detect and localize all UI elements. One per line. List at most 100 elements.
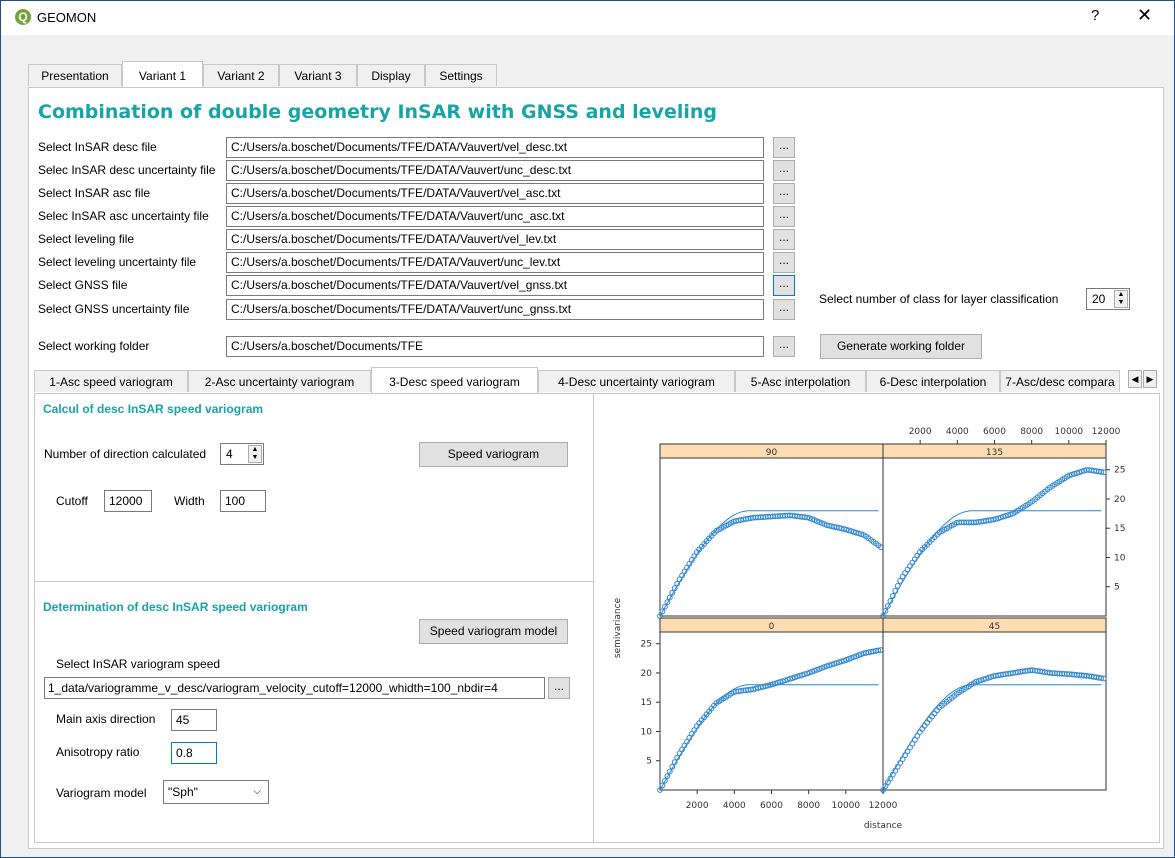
y-tick-label: 10 (641, 727, 653, 737)
tab-variant-2[interactable]: Variant 2 (203, 64, 279, 86)
tab-desc-uncertainty-variogram[interactable]: 4-Desc uncertainty variogram (538, 370, 735, 392)
x-tick-label: 2000 (909, 427, 932, 437)
file-row-browse-button[interactable]: ... (773, 229, 795, 250)
model-curve (659, 684, 879, 791)
model-curve (882, 510, 1102, 617)
variogram-model-label: Variogram model (56, 786, 147, 800)
x-tick-label: 6000 (983, 427, 1006, 437)
classes-value: 20 (1092, 292, 1106, 306)
panel-strip-label: 90 (766, 448, 778, 458)
qgis-logo-icon: Q (15, 9, 31, 25)
file-row-input[interactable]: C:/Users/a.boschet/Documents/TFE/DATA/Va… (226, 299, 764, 320)
speed-variogram-button[interactable]: Speed variogram (419, 442, 568, 467)
file-row-browse-button[interactable]: ... (773, 206, 795, 227)
file-row-browse-button[interactable]: ... (773, 137, 795, 158)
directions-label: Number of direction calculated (44, 447, 207, 461)
x-axis-label: distance (864, 821, 903, 831)
file-row-label: Selec InSAR desc uncertainty file (38, 163, 216, 177)
y-tick-label: 15 (1114, 524, 1125, 534)
variogram-select-label: Select InSAR variogram speed (56, 657, 221, 671)
variogram-model-select[interactable]: "Sph" ⌵ (163, 780, 269, 804)
chevron-down-icon: ⌵ (253, 786, 261, 797)
x-tick-label: 4000 (946, 427, 969, 437)
file-row-label: Select GNSS file (38, 278, 128, 292)
classes-spinbox[interactable]: 20 ▲ ▼ (1086, 288, 1130, 310)
tab-asc-interpolation[interactable]: 5-Asc interpolation (735, 370, 866, 392)
x-tick-label: 10000 (832, 801, 861, 811)
spin-arrows-icon[interactable]: ▲ ▼ (248, 445, 262, 463)
directions-value: 4 (226, 447, 233, 461)
tab-scroll-right-icon[interactable]: ▶ (1143, 370, 1157, 388)
y-tick-label: 5 (1114, 583, 1120, 593)
cutoff-label: Cutoff (56, 494, 88, 508)
spin-arrows-icon[interactable]: ▲ ▼ (1114, 290, 1128, 308)
width-label: Width (174, 494, 205, 508)
y-axis-label: semivariance (613, 597, 623, 658)
file-row-input[interactable]: C:/Users/a.boschet/Documents/TFE/DATA/Va… (226, 229, 764, 250)
file-row-label: Select leveling uncertainty file (38, 255, 197, 269)
model-group-title: Determination of desc InSAR speed variog… (43, 600, 308, 614)
variogram-select-input[interactable]: 1_data/variogramme_v_desc/variogram_velo… (44, 677, 545, 699)
y-tick-label: 10 (1114, 553, 1126, 563)
speed-variogram-model-button[interactable]: Speed variogram model (419, 619, 568, 644)
file-row-browse-button[interactable]: ... (773, 275, 795, 296)
file-row-input[interactable]: C:/Users/a.boschet/Documents/TFE/DATA/Va… (226, 160, 764, 181)
file-row-input[interactable]: C:/Users/a.boschet/Documents/TFE/DATA/Va… (226, 252, 764, 273)
panel-strip-label: 135 (986, 448, 1003, 458)
main-axis-label: Main axis direction (56, 712, 156, 726)
title-bar: Q GEOMON ? ✕ (1, 1, 1174, 35)
help-button[interactable]: ? (1091, 7, 1099, 24)
tab-asc-speed-variogram[interactable]: 1-Asc speed variogram (34, 370, 188, 392)
window-title: GEOMON (37, 10, 97, 25)
file-row-browse-button[interactable]: ... (773, 252, 795, 273)
cutoff-input[interactable]: 12000 (104, 490, 152, 512)
panel-strip-label: 45 (989, 622, 1000, 632)
main-axis-input[interactable]: 45 (171, 709, 217, 731)
width-input[interactable]: 100 (220, 490, 266, 512)
x-tick-label: 12000 (1092, 427, 1121, 437)
file-row-browse-button[interactable]: ... (773, 183, 795, 204)
file-row-input[interactable]: C:/Users/a.boschet/Documents/TFE/DATA/Va… (226, 206, 764, 227)
variogram-browse-button[interactable]: ... (548, 677, 570, 699)
file-row-input[interactable]: C:/Users/a.boschet/Documents/TFE/DATA/Va… (226, 137, 764, 158)
file-row-browse-button[interactable]: ... (773, 299, 795, 320)
x-tick-label: 8000 (797, 801, 820, 811)
file-row-browse-button[interactable]: ... (773, 160, 795, 181)
anisotropy-label: Anisotropy ratio (56, 745, 140, 759)
working-folder-label: Select working folder (38, 339, 150, 353)
working-folder-input[interactable]: C:/Users/a.boschet/Documents/TFE (226, 336, 764, 357)
file-row-label: Selec InSAR asc uncertainty file (38, 209, 209, 223)
close-button[interactable]: ✕ (1137, 5, 1152, 26)
file-row-input[interactable]: C:/Users/a.boschet/Documents/TFE/DATA/Va… (226, 275, 764, 296)
group-divider (34, 581, 593, 582)
tab-variant-3[interactable]: Variant 3 (279, 64, 357, 86)
directions-spinbox[interactable]: 4 ▲ ▼ (220, 443, 264, 465)
tab-settings[interactable]: Settings (425, 64, 497, 86)
data-point (894, 583, 901, 589)
tab-variant-1[interactable]: Variant 1 (122, 61, 203, 87)
x-tick-label: 10000 (1055, 427, 1084, 437)
anisotropy-input[interactable]: 0.8 (171, 742, 217, 764)
tab-asc-uncertainty-variogram[interactable]: 2-Asc uncertainty variogram (188, 370, 371, 392)
variogram-model-value: "Sph" (168, 785, 198, 799)
panel-strip-label: 0 (769, 622, 775, 632)
generate-working-folder-button[interactable]: Generate working folder (820, 334, 982, 359)
y-tick-label: 15 (641, 698, 652, 708)
tab-desc-speed-variogram[interactable]: 3-Desc speed variogram (371, 367, 538, 393)
working-folder-browse-button[interactable]: ... (773, 336, 795, 357)
file-row-label: Select GNSS uncertainty file (38, 302, 190, 316)
x-tick-label: 2000 (686, 801, 709, 811)
tab-desc-interpolation[interactable]: 6-Desc interpolation (866, 370, 1000, 392)
tab-presentation[interactable]: Presentation (28, 64, 122, 86)
tab-asc-desc-comparison[interactable]: 7-Asc/desc compara (1000, 370, 1120, 392)
x-tick-label: 4000 (723, 801, 746, 811)
classes-label: Select number of class for layer classif… (819, 292, 1059, 306)
tab-scroll-left-icon[interactable]: ◀ (1128, 370, 1142, 388)
panel-frame (882, 457, 1107, 617)
panel-frame (659, 457, 884, 617)
panel-frame (882, 631, 1107, 791)
file-row-input[interactable]: C:/Users/a.boschet/Documents/TFE/DATA/Va… (226, 183, 764, 204)
x-tick-label: 6000 (760, 801, 783, 811)
tab-display[interactable]: Display (357, 64, 425, 86)
file-row-label: Select leveling file (38, 232, 135, 246)
